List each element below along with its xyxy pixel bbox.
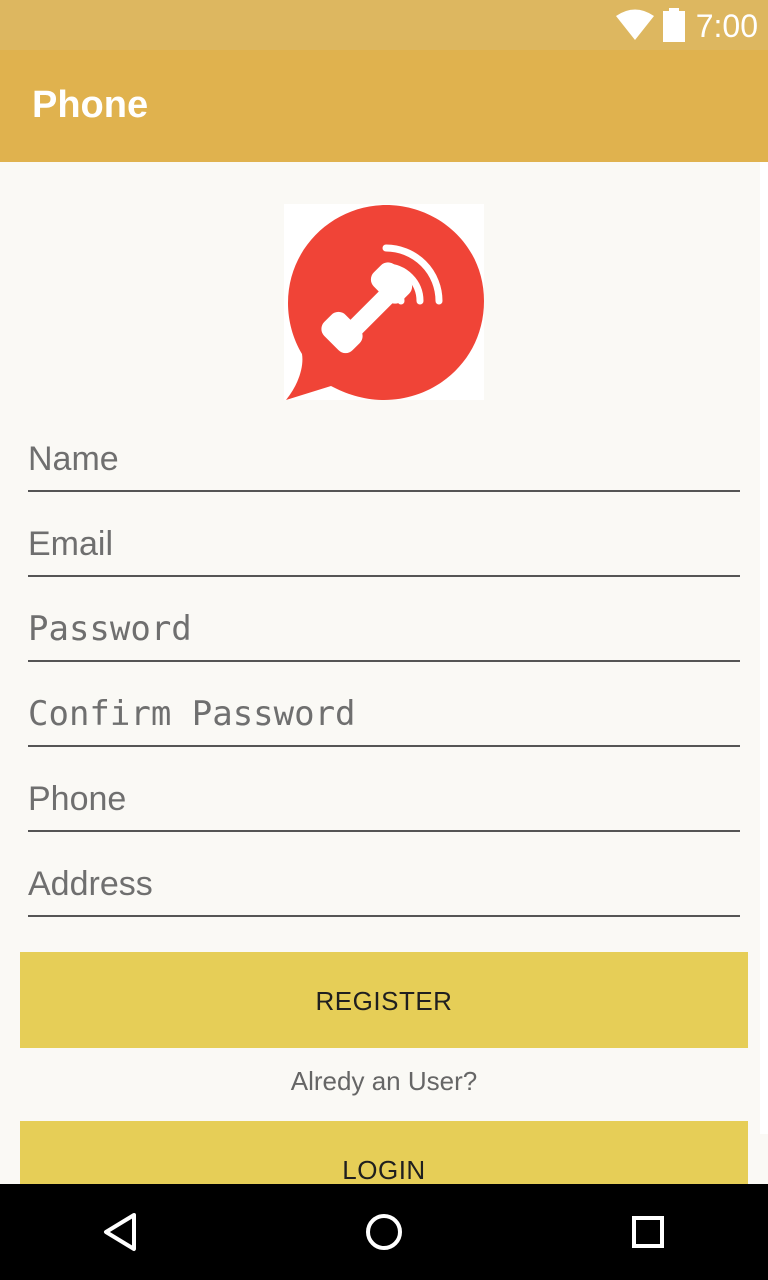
confirm-password-input[interactable] — [28, 683, 740, 747]
wifi-icon — [616, 9, 654, 40]
app-logo — [284, 204, 484, 400]
home-icon[interactable] — [360, 1208, 408, 1256]
name-input[interactable] — [28, 428, 740, 492]
status-time: 7:00 — [695, 8, 758, 44]
email-input[interactable] — [28, 513, 740, 577]
status-bar: 7:00 — [0, 0, 768, 50]
battery-icon — [663, 8, 685, 42]
address-input[interactable] — [28, 853, 740, 917]
scrollbar[interactable] — [760, 162, 768, 1134]
phone-input[interactable] — [28, 768, 740, 832]
register-form-scroll[interactable]: REGISTER Alredy an User? LOGIN — [0, 162, 768, 1184]
recents-icon[interactable] — [624, 1208, 672, 1256]
app-title: Phone — [32, 84, 149, 126]
password-input[interactable] — [28, 598, 740, 662]
phone-call-bubble-icon — [286, 205, 484, 400]
register-button[interactable]: REGISTER — [20, 952, 748, 1048]
app-bar: Phone — [0, 50, 768, 162]
back-icon[interactable] — [96, 1208, 144, 1256]
navigation-bar — [0, 1184, 768, 1280]
login-button[interactable]: LOGIN — [20, 1121, 748, 1184]
already-user-text: Alredy an User? — [290, 1066, 478, 1096]
